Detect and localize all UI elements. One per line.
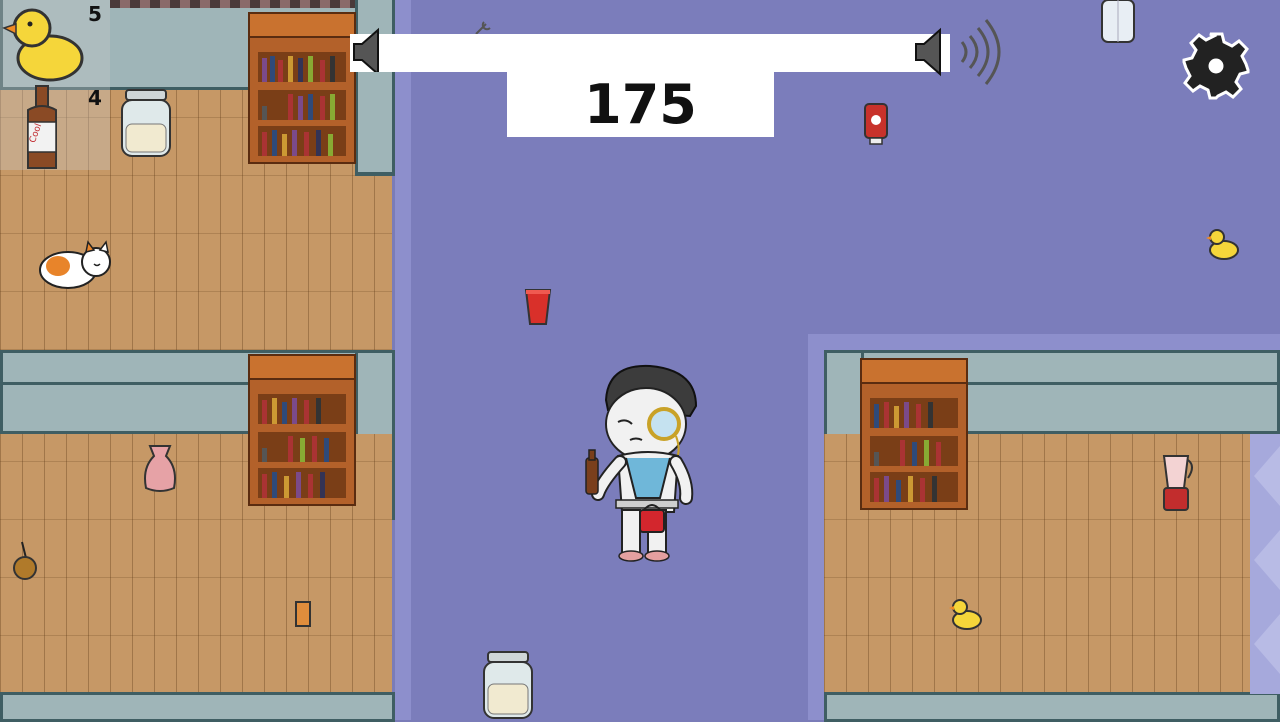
hallway-edge xyxy=(395,0,411,720)
drink-glass[interactable] xyxy=(293,600,313,630)
arrow-marker xyxy=(1254,530,1280,590)
cat[interactable] xyxy=(36,240,114,292)
candy-apple[interactable] xyxy=(10,540,40,582)
popcorn-jar[interactable] xyxy=(482,650,534,720)
wall-bottom-right xyxy=(824,692,1280,722)
gear-icon[interactable] xyxy=(1180,30,1252,102)
player-character[interactable] xyxy=(578,362,708,566)
rubber-duck[interactable] xyxy=(947,596,983,632)
hallway-edge-right xyxy=(808,334,1280,350)
duck-count: 5 xyxy=(88,2,102,26)
popcorn-jar[interactable] xyxy=(120,88,172,160)
score-display: 175 xyxy=(507,72,774,137)
hallway-edge-right-v xyxy=(808,334,824,720)
arrow-marker xyxy=(1254,446,1280,506)
volume-up-icon[interactable] xyxy=(910,14,1010,90)
bookcase xyxy=(248,354,356,506)
wall-bottom-left xyxy=(0,692,395,722)
arrow-marker xyxy=(1254,614,1280,674)
bottle-count: 4 xyxy=(88,86,102,110)
checker-trim xyxy=(110,0,360,8)
paper-towel[interactable] xyxy=(1098,0,1138,48)
rubber-duck[interactable] xyxy=(1204,226,1240,262)
volume-slider[interactable] xyxy=(350,34,950,72)
volume-mute-icon[interactable] xyxy=(348,22,386,72)
rubber-duck-icon[interactable] xyxy=(0,2,86,84)
blender[interactable] xyxy=(1158,452,1198,514)
bookcase xyxy=(860,358,968,510)
bookcase xyxy=(248,12,356,164)
red-cup[interactable] xyxy=(523,286,553,328)
vase[interactable] xyxy=(140,444,180,494)
ketchup-bottle[interactable] xyxy=(862,100,890,146)
